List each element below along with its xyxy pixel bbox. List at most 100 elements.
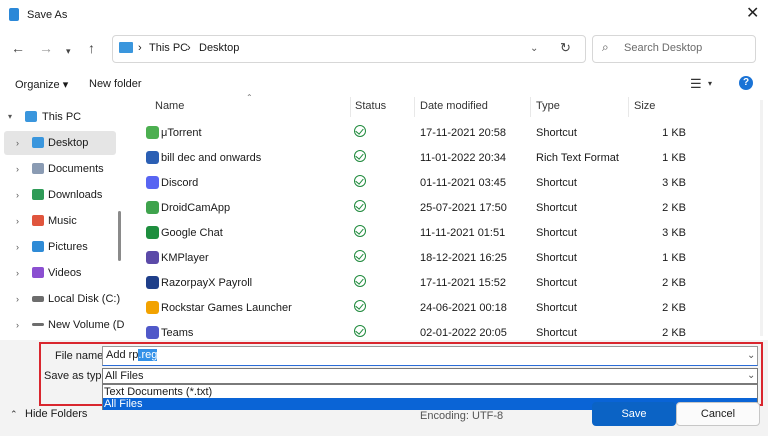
file-name-cell: RazorpayX Payroll xyxy=(161,277,253,289)
view-options-icon[interactable]: ☰ xyxy=(690,76,702,92)
expanded-chevron-icon[interactable]: ▾ xyxy=(8,112,12,121)
encoding-select[interactable]: UTF-8 xyxy=(472,410,503,422)
table-row[interactable]: bill dec and onwards 11-01-2022 20:34 Rich… xyxy=(140,145,688,170)
date-modified-cell: 18-12-2021 16:25 xyxy=(420,252,507,264)
sidebar-scrollbar[interactable] xyxy=(118,211,121,261)
size-cell: 1 KB xyxy=(662,252,686,264)
date-modified-cell: 24-06-2021 00:18 xyxy=(420,302,507,314)
column-header-size[interactable]: Size xyxy=(634,100,655,112)
file-list-scrollbar[interactable] xyxy=(760,100,763,336)
file-name-input[interactable] xyxy=(102,346,758,366)
file-name-dropdown-chevron-icon[interactable]: ⌄ xyxy=(747,350,755,361)
music-icon xyxy=(32,215,44,226)
back-arrow-icon[interactable]: ← xyxy=(11,40,25,56)
type-cell: Shortcut xyxy=(536,202,577,214)
table-row[interactable]: μTorrent 17-11-2021 20:58 Shortcut 1 KB xyxy=(140,120,688,145)
collapsed-chevron-icon[interactable]: › xyxy=(16,216,19,226)
column-header-name[interactable]: Name xyxy=(155,100,184,112)
sidebar-item-desktop[interactable]: › Desktop xyxy=(4,131,116,155)
type-cell: Shortcut xyxy=(536,177,577,189)
collapsed-chevron-icon[interactable]: › xyxy=(16,190,19,200)
sidebar-item-this-pc[interactable]: ▾ This PC xyxy=(0,105,118,129)
column-divider[interactable] xyxy=(628,97,629,117)
sync-ok-icon xyxy=(354,200,366,212)
desktop-folder-icon xyxy=(119,42,133,53)
column-header-date-modified[interactable]: Date modified xyxy=(420,100,488,112)
navigation-pane: ▾ This PC › Desktop › Documents › Downlo… xyxy=(0,98,124,340)
new-folder-button[interactable]: New folder xyxy=(89,78,142,90)
address-history-chevron-icon[interactable]: ⌄ xyxy=(530,43,538,54)
table-row[interactable]: KMPlayer 18-12-2021 16:25 Shortcut 1 KB xyxy=(140,245,688,270)
organize-button[interactable]: Organize ▾ xyxy=(15,78,68,91)
recent-locations-chevron-icon[interactable]: ▾ xyxy=(66,43,71,59)
dropdown-option-all-files[interactable]: All Files xyxy=(104,398,143,410)
column-divider[interactable] xyxy=(350,97,351,117)
documents-icon xyxy=(32,163,44,174)
cancel-button[interactable]: Cancel xyxy=(676,402,760,426)
refresh-icon[interactable]: ↻ xyxy=(560,40,571,56)
file-icon xyxy=(146,251,159,264)
hide-folders-button[interactable]: Hide Folders xyxy=(25,408,87,420)
save-as-type-value: All Files xyxy=(105,370,144,382)
table-row[interactable]: Rockstar Games Launcher 24-06-2021 00:18 S… xyxy=(140,295,688,320)
type-cell: Shortcut xyxy=(536,127,577,139)
type-cell: Shortcut xyxy=(536,302,577,314)
table-row[interactable]: Discord 01-11-2021 03:45 Shortcut 3 KB xyxy=(140,170,688,195)
collapsed-chevron-icon[interactable]: › xyxy=(16,294,19,304)
sidebar-item-music[interactable]: › Music xyxy=(0,209,118,233)
file-icon xyxy=(146,126,159,139)
size-cell: 3 KB xyxy=(662,177,686,189)
save-button[interactable]: Save xyxy=(592,402,676,426)
date-modified-cell: 01-11-2021 03:45 xyxy=(420,177,507,189)
notepad-icon xyxy=(9,8,19,21)
sidebar-item-label: Downloads xyxy=(48,189,103,201)
drive-icon xyxy=(32,323,44,326)
column-divider[interactable] xyxy=(530,97,531,117)
monitor-icon xyxy=(25,111,37,122)
column-header-type[interactable]: Type xyxy=(536,100,560,112)
dropdown-option-text-documents[interactable]: Text Documents (*.txt) xyxy=(104,386,212,398)
sidebar-item-pictures[interactable]: › Pictures xyxy=(0,235,118,259)
save-as-type-select[interactable] xyxy=(102,368,758,384)
encoding-label: Encoding: xyxy=(420,410,469,422)
sync-ok-icon xyxy=(354,250,366,262)
forward-arrow-icon[interactable]: → xyxy=(39,40,53,56)
up-arrow-icon[interactable]: ↑ xyxy=(88,40,95,56)
view-chevron-icon[interactable]: ▾ xyxy=(708,79,712,88)
size-cell: 1 KB xyxy=(662,127,686,139)
collapsed-chevron-icon[interactable]: › xyxy=(16,138,19,148)
save-as-type-chevron-icon[interactable]: ⌄ xyxy=(747,370,755,381)
table-row[interactable]: DroidCamApp 25-07-2021 17:50 Shortcut 2 KB xyxy=(140,195,688,220)
sidebar-item-label: Documents xyxy=(48,163,104,175)
collapsed-chevron-icon[interactable]: › xyxy=(16,320,19,330)
search-icon: ⌕ xyxy=(602,40,609,54)
close-icon[interactable]: ✕ xyxy=(746,6,759,22)
sidebar-item-label: Local Disk (C:) xyxy=(48,293,121,305)
table-row[interactable]: RazorpayX Payroll 17-11-2021 15:52 Shortcu… xyxy=(140,270,688,295)
column-header-status[interactable]: Status xyxy=(355,100,386,112)
sort-up-icon: ⌃ xyxy=(246,93,253,102)
help-icon[interactable]: ? xyxy=(739,76,753,90)
sidebar-item-label: New Volume (D xyxy=(48,319,124,331)
collapse-chevron-icon[interactable]: ⌃ xyxy=(10,409,18,420)
date-modified-cell: 17-11-2021 15:52 xyxy=(420,277,507,289)
search-placeholder: Search Desktop xyxy=(624,42,703,54)
file-icon xyxy=(146,176,159,189)
breadcrumb-this-pc[interactable]: This PC xyxy=(149,42,188,54)
table-row[interactable]: Google Chat 11-11-2021 01:51 Shortcut 3 KB xyxy=(140,220,688,245)
size-cell: 2 KB xyxy=(662,327,686,339)
sidebar-item-videos[interactable]: › Videos xyxy=(0,261,118,285)
sidebar-item-local-disk[interactable]: › Local Disk (C:) xyxy=(0,287,121,311)
sync-ok-icon xyxy=(354,275,366,287)
sidebar-item-new-volume[interactable]: › New Volume (D xyxy=(0,313,124,337)
sidebar-item-downloads[interactable]: › Downloads xyxy=(0,183,118,207)
collapsed-chevron-icon[interactable]: › xyxy=(16,164,19,174)
collapsed-chevron-icon[interactable]: › xyxy=(16,242,19,252)
column-divider[interactable] xyxy=(414,97,415,117)
breadcrumb-desktop[interactable]: Desktop xyxy=(199,42,239,54)
sidebar-item-documents[interactable]: › Documents xyxy=(0,157,118,181)
type-cell: Rich Text Format xyxy=(536,152,619,164)
type-cell: Shortcut xyxy=(536,327,577,339)
sidebar-item-label: Desktop xyxy=(48,137,89,149)
collapsed-chevron-icon[interactable]: › xyxy=(16,268,19,278)
